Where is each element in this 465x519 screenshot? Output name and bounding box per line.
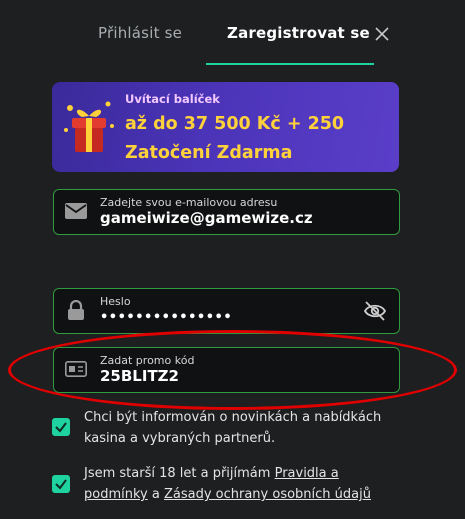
password-field[interactable]: Heslo •••••••••••••••: [53, 288, 400, 334]
terms-prefix: Jsem starší 18 let a přijímám: [84, 466, 275, 481]
auth-tabs: Přihlásit se Zaregistrovat se: [0, 0, 465, 66]
email-label: Zadejte svou e-mailovou adresu: [100, 196, 278, 209]
checkmark-icon: [55, 422, 67, 433]
lock-icon: [65, 300, 87, 320]
password-label: Heslo: [100, 295, 131, 308]
banner-offer-line1: až do 37 500 Kč + 250: [125, 114, 345, 134]
email-value[interactable]: gameiwize@gamewize.cz: [100, 209, 313, 227]
privacy-link[interactable]: Zásady ochrany osobních údajů: [164, 487, 371, 502]
promo-value[interactable]: 25BLITZ2: [100, 367, 179, 385]
promo-code-field[interactable]: Zadat promo kód 25BLITZ2: [53, 347, 400, 393]
banner-offer: až do 37 500 Kč + 250 Zatočení Zdarma: [125, 110, 395, 168]
promo-label: Zadat promo kód: [100, 354, 195, 367]
checkmark-icon: [55, 479, 67, 490]
terms-consent-text: Jsem starší 18 let a přijímám Pravidla a…: [84, 463, 384, 505]
envelope-icon: [65, 203, 87, 221]
card-icon: [65, 361, 87, 379]
gift-icon: [60, 96, 118, 158]
tab-login[interactable]: Přihlásit se: [98, 24, 182, 42]
eye-off-icon[interactable]: [363, 300, 387, 322]
banner-subtitle: Uvítací balíček: [125, 92, 220, 106]
newsletter-checkbox[interactable]: [52, 418, 70, 436]
close-icon[interactable]: [372, 24, 392, 44]
active-tab-indicator: [206, 63, 374, 65]
welcome-bonus-banner: Uvítací balíček až do 37 500 Kč + 250 Za…: [52, 82, 399, 172]
password-value[interactable]: •••••••••••••••: [100, 310, 232, 325]
newsletter-consent-text: Chci být informován o novinkách a nabídk…: [84, 410, 382, 446]
terms-and: a: [147, 487, 164, 502]
terms-checkbox[interactable]: [52, 475, 70, 493]
banner-offer-line2: Zatočení Zdarma: [125, 143, 293, 163]
tab-register[interactable]: Zaregistrovat se: [227, 24, 370, 42]
email-field[interactable]: Zadejte svou e-mailovou adresu gameiwize…: [53, 189, 400, 235]
